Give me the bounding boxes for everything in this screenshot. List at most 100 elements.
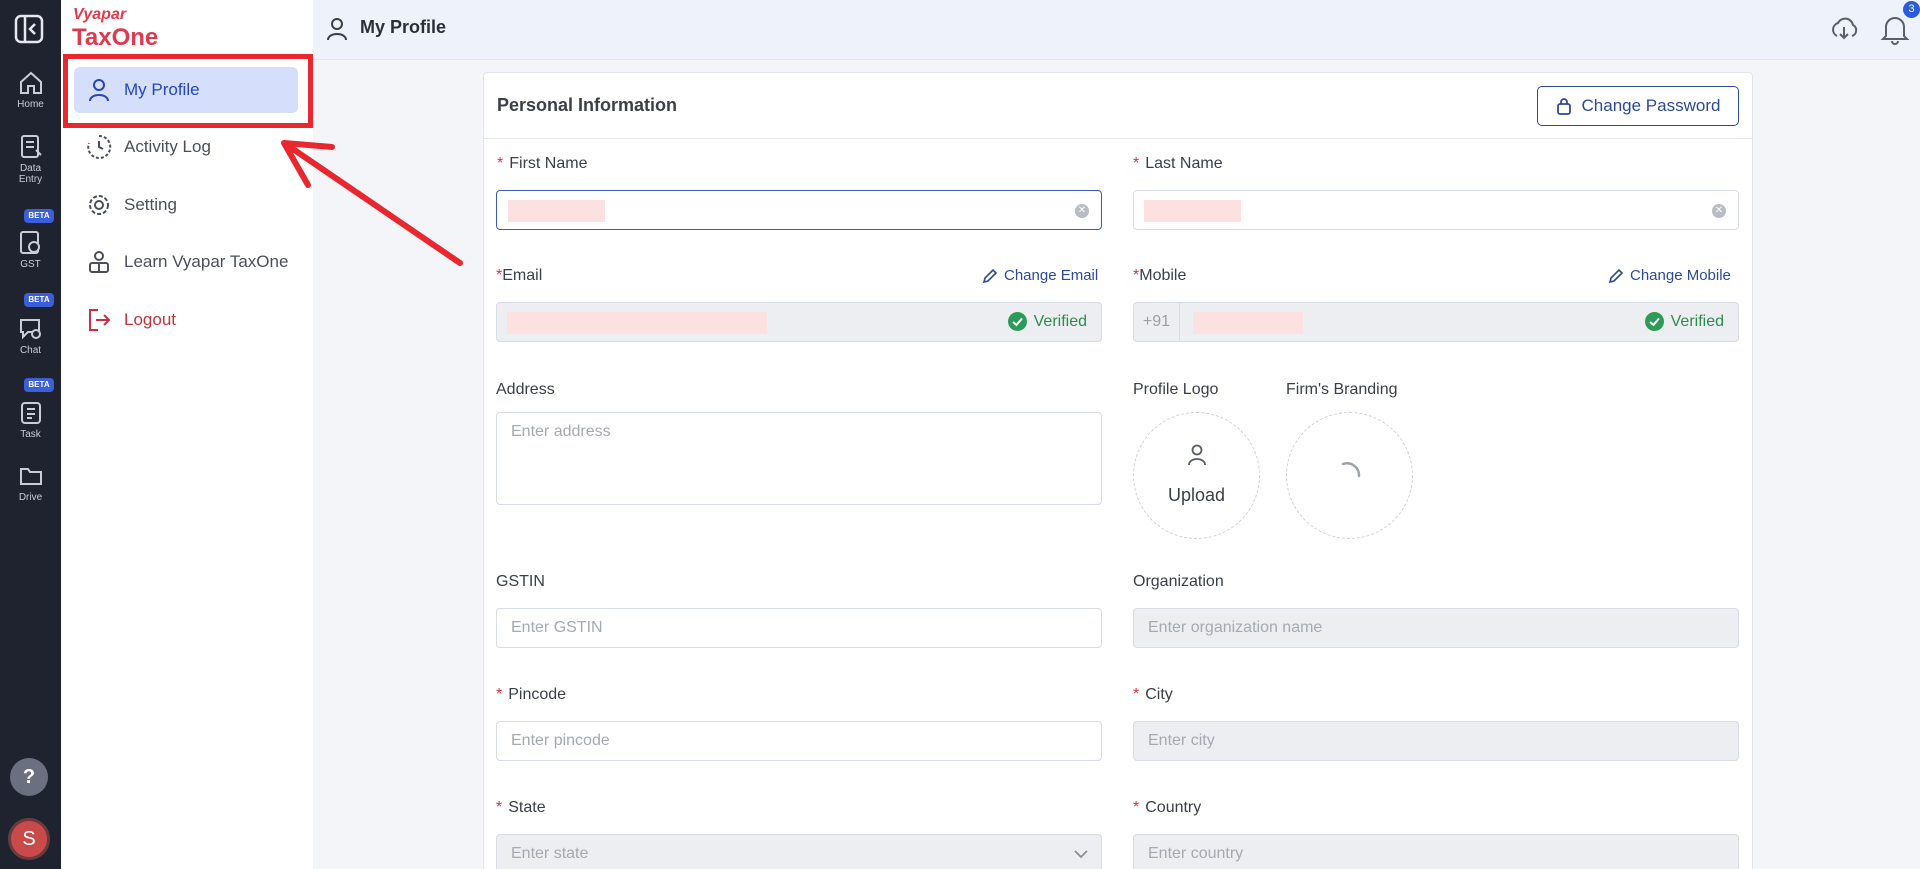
- gear-icon: [89, 195, 109, 215]
- annotation-arrow-icon: [281, 140, 463, 266]
- brand-logo-top: Vyapar: [73, 6, 127, 23]
- check-circle-icon: [1007, 312, 1027, 331]
- annotation-highlight-box: [63, 54, 313, 128]
- mobile-verified-badge: Verified: [1644, 312, 1724, 331]
- redacted-value: [508, 200, 605, 222]
- gstin-label: GSTIN: [496, 573, 545, 590]
- card-title: Personal Information: [497, 95, 678, 115]
- download-icon[interactable]: [1829, 14, 1859, 44]
- icon-rail: Home Data Entry BETA GST BETA Chat BETA …: [0, 0, 61, 869]
- loading-spinner-icon: [1341, 462, 1361, 478]
- menu-item-label: Logout: [124, 310, 176, 329]
- learn-icon: [89, 251, 109, 273]
- country-code-prefix: +91: [1134, 303, 1180, 341]
- firm-branding-upload[interactable]: [1286, 412, 1413, 539]
- upload-label: Upload: [1167, 485, 1226, 505]
- state-label: * State: [496, 799, 546, 816]
- change-mobile-link[interactable]: Change Mobile: [1608, 267, 1731, 284]
- data-entry-icon: [20, 135, 42, 158]
- address-textarea[interactable]: Enter address: [496, 412, 1102, 505]
- rail-home[interactable]: Home: [0, 70, 61, 110]
- menu-item-learn[interactable]: Learn Vyapar TaxOne: [74, 239, 298, 285]
- change-password-button[interactable]: Change Password: [1537, 86, 1739, 126]
- logout-icon: [89, 309, 111, 331]
- country-label: * Country: [1133, 799, 1202, 816]
- redacted-value: [1193, 312, 1303, 334]
- folder-icon: [19, 468, 42, 485]
- beta-badge: BETA: [24, 293, 54, 307]
- user-icon: [327, 18, 347, 41]
- email-verified-badge: Verified: [1007, 312, 1087, 331]
- state-select[interactable]: Enter state: [496, 834, 1102, 869]
- mobile-label: *Mobile: [1133, 267, 1187, 284]
- rail-label: Home: [17, 99, 44, 110]
- pencil-icon: [1608, 268, 1624, 283]
- rail-label: Task: [20, 429, 41, 440]
- notification-badge: 3: [1903, 1, 1920, 18]
- redacted-value: [507, 312, 767, 334]
- home-icon: [19, 71, 42, 94]
- email-label: *Email: [496, 267, 543, 284]
- top-header: My Profile 3: [313, 0, 1920, 60]
- rail-label: GST: [20, 259, 41, 270]
- organization-input[interactable]: Enter organization name: [1133, 608, 1739, 648]
- last-name-label: * Last Name: [1133, 155, 1223, 172]
- menu-item-label: Activity Log: [124, 137, 211, 156]
- beta-badge: BETA: [24, 378, 54, 392]
- personal-info-card: Personal Information Change Password * Fi…: [483, 72, 1753, 869]
- brand-logo-main: TaxOne: [72, 24, 159, 51]
- pincode-input[interactable]: Enter pincode: [496, 721, 1102, 761]
- help-button[interactable]: ?: [10, 758, 48, 796]
- gstin-input[interactable]: Enter GSTIN: [496, 608, 1102, 648]
- change-email-link[interactable]: Change Email: [982, 267, 1098, 284]
- rail-label: Chat: [19, 345, 42, 356]
- chat-icon: [19, 319, 41, 340]
- clear-icon[interactable]: ✕: [1712, 204, 1726, 218]
- mobile-input[interactable]: +91 Verified: [1133, 302, 1739, 342]
- lock-icon: [1556, 98, 1571, 115]
- rail-label: Entry: [18, 174, 43, 185]
- card-header: Personal Information Change Password: [484, 73, 1752, 139]
- rail-label: Data: [19, 163, 42, 174]
- first-name-label: * First Name: [497, 155, 588, 172]
- check-circle-icon: [1644, 312, 1664, 331]
- rail-task[interactable]: Task: [0, 400, 61, 440]
- page-title: My Profile: [360, 17, 447, 37]
- rail-data-entry[interactable]: Data Entry: [0, 134, 61, 185]
- last-name-input[interactable]: ✕: [1133, 190, 1739, 230]
- redacted-value: [1144, 200, 1241, 222]
- country-input[interactable]: Enter country: [1133, 834, 1739, 869]
- clock-icon: [87, 134, 112, 159]
- clear-icon[interactable]: ✕: [1075, 204, 1089, 218]
- city-label: * City: [1133, 686, 1173, 703]
- avatar[interactable]: S: [8, 818, 50, 860]
- organization-label: Organization: [1133, 573, 1224, 590]
- address-label: Address: [496, 381, 555, 398]
- bell-icon[interactable]: [1880, 13, 1910, 45]
- state-placeholder: Enter state: [511, 845, 589, 862]
- first-name-input[interactable]: ✕: [496, 190, 1102, 230]
- menu-item-activity-log[interactable]: Activity Log: [74, 124, 298, 170]
- rail-chat[interactable]: Chat: [0, 316, 61, 356]
- menu-item-setting[interactable]: Setting: [74, 182, 298, 228]
- menu-item-label: Learn Vyapar TaxOne: [124, 252, 289, 271]
- city-input[interactable]: Enter city: [1133, 721, 1739, 761]
- user-icon: [1188, 444, 1206, 466]
- rail-gst[interactable]: GST: [0, 230, 61, 270]
- menu-item-label: Setting: [124, 195, 177, 214]
- profile-logo-label: Profile Logo: [1133, 381, 1219, 398]
- pencil-icon: [982, 268, 998, 283]
- email-input[interactable]: Verified: [496, 302, 1102, 342]
- firm-branding-label: Firm's Branding: [1286, 381, 1398, 398]
- beta-badge: BETA: [24, 209, 54, 223]
- gst-icon: [19, 231, 40, 254]
- menu-item-logout[interactable]: Logout: [74, 297, 298, 343]
- rail-drive[interactable]: Drive: [0, 463, 61, 503]
- collapse-sidebar-icon[interactable]: [14, 14, 44, 44]
- chevron-down-icon: [1074, 850, 1088, 859]
- task-icon: [20, 402, 41, 424]
- pincode-label: * Pincode: [496, 686, 567, 703]
- change-password-label: Change Password: [1581, 96, 1721, 115]
- profile-logo-upload[interactable]: Upload: [1133, 412, 1260, 539]
- rail-label: Drive: [18, 492, 43, 503]
